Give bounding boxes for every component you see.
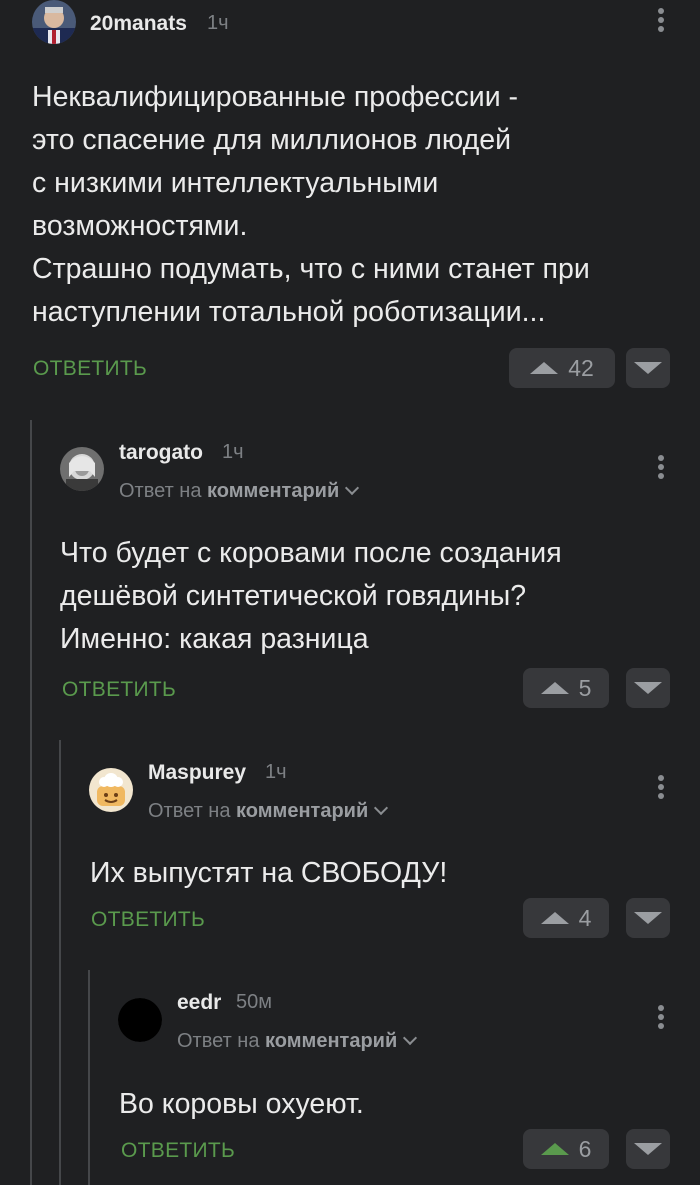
upvote-button[interactable]: 6: [523, 1129, 609, 1169]
comment: eedr 50м Ответ на комментарий Во коровы …: [0, 0, 700, 1185]
user-avatar-image: [118, 998, 162, 1042]
upvote-arrow-icon: [540, 1143, 569, 1155]
reply-to-prefix: Ответ на: [177, 1030, 260, 1052]
reply-to-info[interactable]: Ответ на комментарий: [177, 1030, 418, 1053]
reply-to-target[interactable]: комментарий: [265, 1030, 397, 1052]
vote-count: 6: [578, 1135, 592, 1162]
reply-button[interactable]: ОТВЕТИТЬ: [121, 1139, 235, 1163]
downvote-arrow-icon: [634, 1143, 662, 1155]
comment-body: Во коровы охуеют.: [119, 1083, 364, 1126]
more-vertical-icon[interactable]: [658, 1005, 664, 1033]
timestamp: 50м: [236, 991, 272, 1013]
downvote-button[interactable]: [626, 1129, 670, 1169]
chevron-down-icon[interactable]: [403, 1030, 418, 1046]
comment-body-line: Во коровы охуеют.: [119, 1088, 364, 1120]
avatar[interactable]: [118, 998, 162, 1042]
username[interactable]: eedr: [177, 991, 221, 1015]
